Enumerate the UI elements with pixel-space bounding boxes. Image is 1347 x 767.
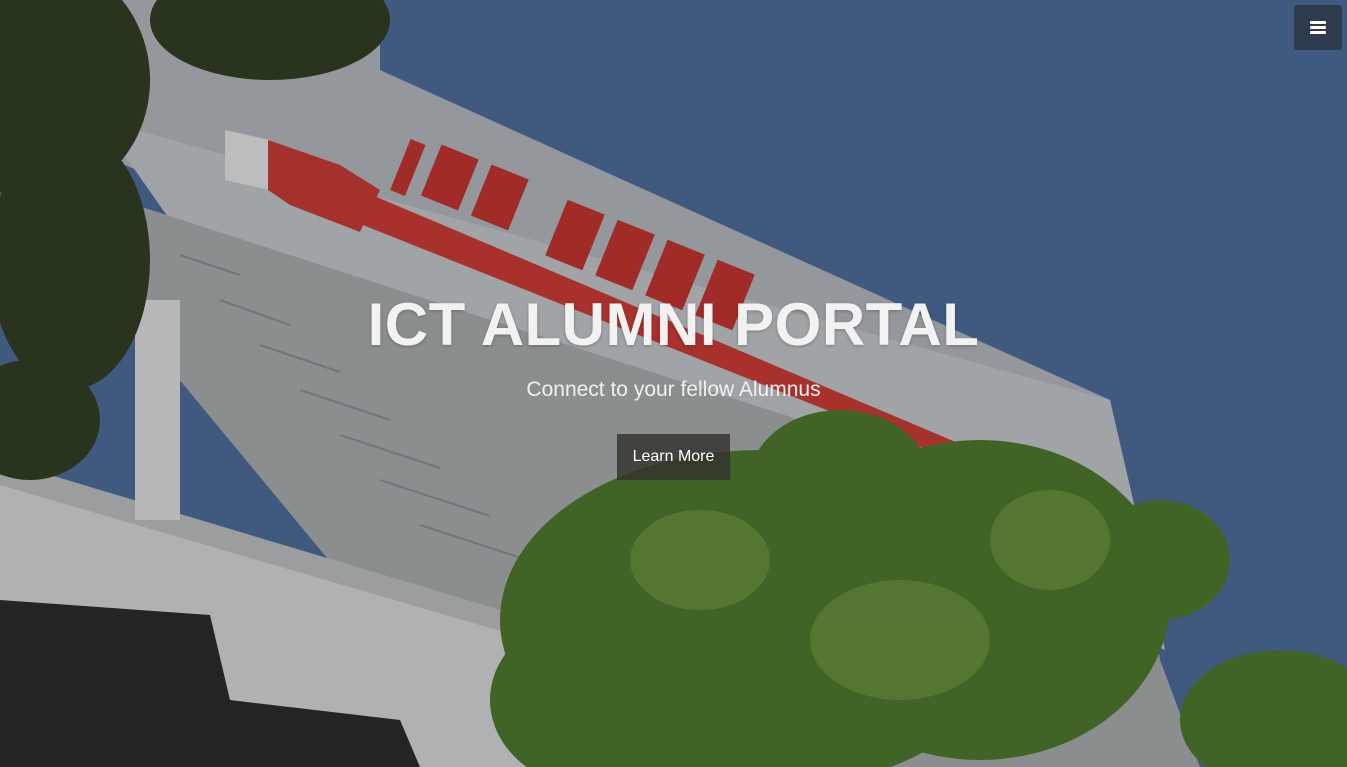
hero-content: ICT ALUMNI PORTAL Connect to your fellow… bbox=[0, 290, 1347, 480]
hero-section: ICT ALUMNI PORTAL Connect to your fellow… bbox=[0, 0, 1347, 767]
hero-subtitle: Connect to your fellow Alumnus bbox=[526, 378, 821, 401]
learn-more-button[interactable]: Learn More bbox=[616, 434, 731, 480]
menu-toggle-button[interactable] bbox=[1294, 5, 1342, 50]
hamburger-menu-icon bbox=[1310, 20, 1326, 35]
page-title: ICT ALUMNI PORTAL bbox=[367, 291, 980, 358]
